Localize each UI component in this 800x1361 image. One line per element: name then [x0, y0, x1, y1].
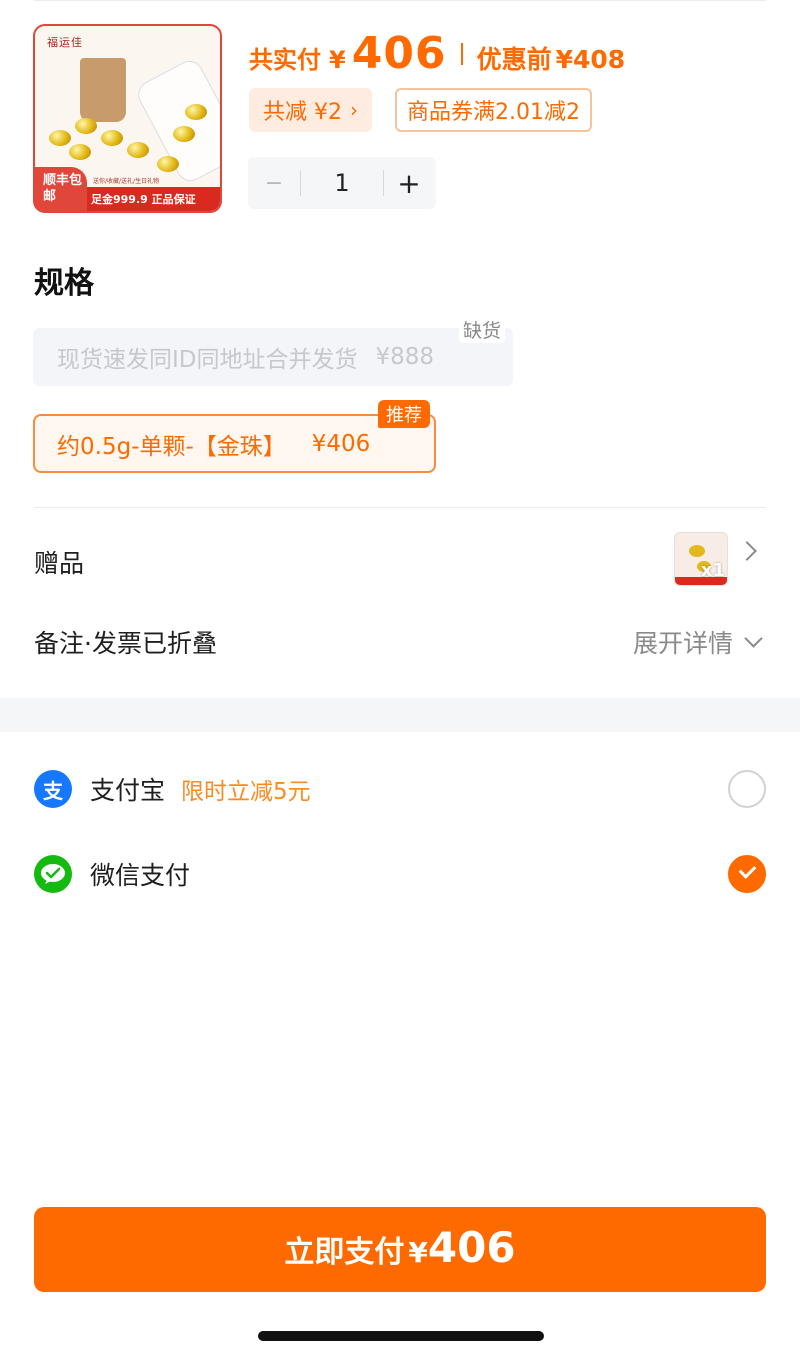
out-of-stock-badge: 缺货 [459, 316, 506, 343]
pay-button-amount: 406 [427, 1223, 516, 1272]
guarantee-text: 足金999.9 正品保证 [91, 193, 196, 206]
payment-name: 支付宝 [90, 776, 166, 805]
gold-bead [101, 130, 123, 146]
section-gap [0, 698, 800, 732]
spec-option-price: ¥406 [311, 430, 371, 457]
gold-bead [689, 545, 705, 557]
payment-name: 微信支付 [90, 861, 191, 890]
quantity-value[interactable]: 1 [301, 169, 383, 197]
gift-count: x1 [700, 560, 725, 581]
currency-symbol: ¥ [329, 46, 346, 74]
price-summary: 共实付 ¥ 406 优惠前 ¥408 [249, 28, 625, 79]
gift-thumbnail[interactable]: x1 [674, 532, 728, 586]
radio-button[interactable] [728, 770, 766, 808]
gift-label: 赠品 [34, 549, 85, 578]
chevron-down-icon [744, 628, 763, 648]
total-discount-button[interactable]: 共减 ¥2 › [249, 88, 372, 132]
paid-label: 共实付 [249, 46, 321, 74]
chevron-right-icon[interactable] [737, 541, 757, 561]
before-label: 优惠前 [476, 45, 552, 74]
radio-button-checked[interactable] [728, 855, 766, 893]
chevron-right-icon: › [350, 98, 358, 122]
total-discount-label: 共减 ¥2 [263, 100, 342, 125]
product-image[interactable]: 福运佳 送你/收藏/送礼/生日礼物 顺丰包邮 足金999.9 正品保证 [33, 24, 222, 213]
pay-button-label: 立即支付 [284, 1235, 405, 1270]
wechat-icon [34, 855, 72, 893]
increment-button[interactable]: + [384, 167, 434, 200]
coupon-chip[interactable]: 商品券满2.01减2 [395, 88, 592, 132]
payment-promo: 限时立减5元 [181, 779, 311, 805]
spec-option-label: 约0.5g-单颗-【金珠】 [57, 433, 286, 460]
spec-option-selected[interactable]: 约0.5g-单颗-【金珠】 ¥406 [33, 414, 436, 473]
before-amount: ¥408 [555, 45, 626, 74]
pay-button-currency: ¥ [408, 1236, 428, 1269]
quantity-stepper: − 1 + [248, 157, 436, 209]
gold-bead [173, 126, 195, 142]
free-shipping-badge: 顺丰包邮 [35, 167, 87, 211]
product-tagline: 送你/收藏/送礼/生日礼物 [93, 178, 160, 185]
expand-details-button[interactable]: 展开详情 [632, 624, 763, 660]
jar-cork [80, 58, 126, 122]
note-label: 备注·发票已折叠 [34, 629, 217, 658]
expand-label: 展开详情 [632, 629, 733, 658]
gold-bead [75, 118, 97, 134]
home-indicator[interactable] [258, 1331, 544, 1341]
spec-option-disabled[interactable]: 现货速发同ID同地址合并发货 ¥888 [33, 328, 513, 386]
gold-bead [157, 156, 179, 172]
gold-bead [127, 142, 149, 158]
recommended-badge: 推荐 [378, 400, 430, 428]
brand-logo: 福运佳 [47, 36, 83, 49]
payment-option-alipay[interactable]: 支 支付宝 限时立减5元 [34, 769, 766, 809]
spec-option-price: ¥888 [375, 344, 435, 370]
spec-title: 规格 [34, 266, 94, 301]
pay-now-button[interactable]: 立即支付 ¥ 406 [34, 1207, 766, 1292]
payment-option-wechat[interactable]: 微信支付 [34, 854, 766, 894]
paid-amount: 406 [351, 28, 447, 79]
top-divider [34, 0, 766, 1]
spec-option-label: 现货速发同ID同地址合并发货 [57, 347, 358, 373]
price-separator [460, 42, 463, 65]
section-divider [34, 507, 766, 508]
gold-bead [185, 104, 207, 120]
gold-bead [49, 130, 71, 146]
decrement-button[interactable]: − [248, 171, 300, 196]
gold-bead [69, 144, 91, 160]
alipay-icon: 支 [34, 770, 72, 808]
